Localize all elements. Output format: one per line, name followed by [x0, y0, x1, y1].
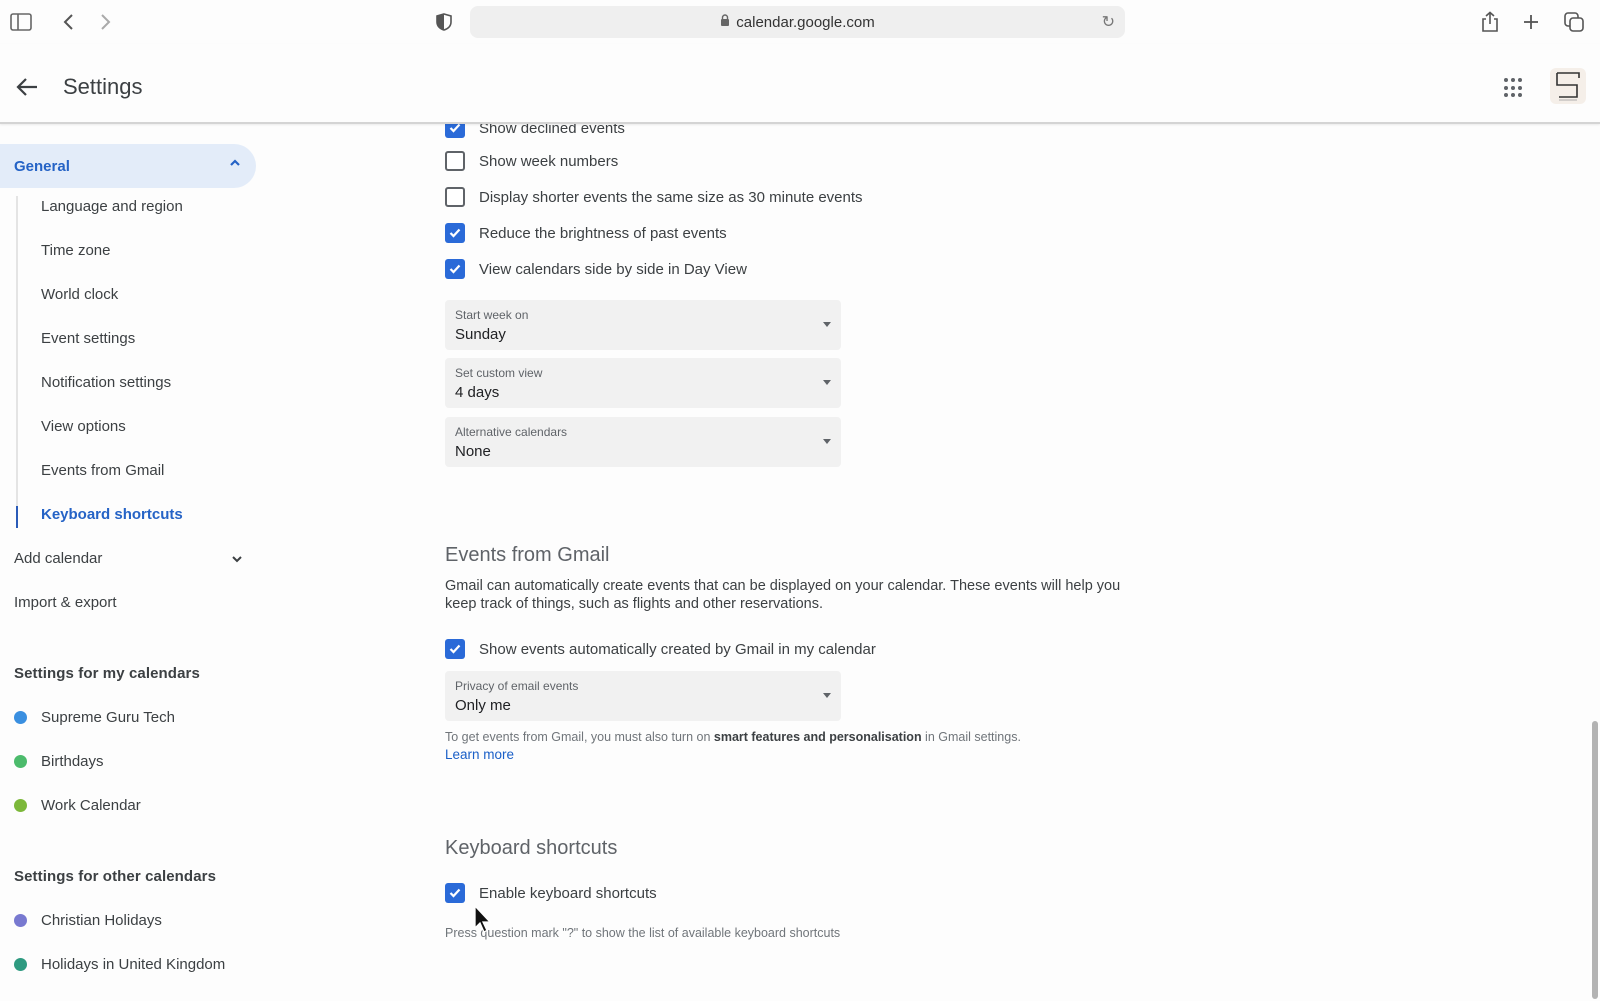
gmail-smart-features-note: To get events from Gmail, you must also …: [445, 729, 1021, 764]
browser-toolbar: calendar.google.com ↻: [0, 0, 1600, 44]
calendar-color-dot: [14, 914, 27, 927]
tabs-overview-icon[interactable]: [1562, 10, 1586, 34]
calendar-name: Supreme Guru Tech: [41, 709, 175, 726]
chevron-down-icon: [230, 550, 244, 570]
show-week-numbers-checkbox[interactable]: Show week numbers: [445, 149, 618, 173]
sidebar-item-label: General: [14, 157, 70, 175]
sidebar-item-add-calendar[interactable]: Add calendar: [14, 550, 254, 567]
sidebar-item-calendar[interactable]: Holidays in United Kingdom: [14, 956, 225, 973]
start-week-on-select[interactable]: Start week on Sunday: [445, 300, 841, 350]
enable-keyboard-shortcuts-checkbox[interactable]: Enable keyboard shortcuts: [445, 881, 657, 905]
keyboard-shortcuts-title: Keyboard shortcuts: [445, 837, 618, 859]
sidebar-item-time-zone[interactable]: Time zone: [41, 242, 110, 259]
checkbox-label: Show events automatically created by Gma…: [479, 640, 876, 658]
arrow-left-icon[interactable]: [14, 74, 42, 102]
apps-grid-icon[interactable]: [1504, 78, 1524, 98]
sidebar-item-notification-settings[interactable]: Notification settings: [41, 374, 171, 391]
checkbox-checked-icon[interactable]: [445, 639, 465, 659]
shorter-events-checkbox[interactable]: Display shorter events the same size as …: [445, 185, 863, 209]
sidebar-item-keyboard-shortcuts[interactable]: Keyboard shortcuts: [41, 506, 183, 523]
sidebar-item-world-clock[interactable]: World clock: [41, 286, 118, 303]
calendar-color-dot: [14, 958, 27, 971]
sidebar-item-import-export[interactable]: Import & export: [14, 594, 117, 611]
active-indicator: [16, 506, 18, 528]
calendar-name: Christian Holidays: [41, 912, 162, 929]
back-icon[interactable]: [56, 10, 80, 34]
select-value: 4 days: [455, 384, 500, 401]
scrollbar[interactable]: [1590, 126, 1600, 1001]
mouse-cursor-icon: [473, 904, 495, 935]
new-tab-icon[interactable]: [1519, 10, 1543, 34]
events-from-gmail-description: Gmail can automatically create events th…: [445, 578, 1121, 612]
checkbox-checked-icon[interactable]: [445, 223, 465, 243]
share-icon[interactable]: [1478, 10, 1502, 34]
chevron-up-icon: [228, 156, 242, 174]
url-text: calendar.google.com: [736, 13, 875, 31]
lock-icon: [720, 13, 730, 31]
checkbox-label: View calendars side by side in Day View: [479, 260, 747, 278]
reduce-brightness-checkbox[interactable]: Reduce the brightness of past events: [445, 221, 727, 245]
scrollbar-thumb[interactable]: [1592, 721, 1598, 999]
sidebar-item-event-settings[interactable]: Event settings: [41, 330, 135, 347]
checkbox-unchecked-icon[interactable]: [445, 151, 465, 171]
keyboard-shortcuts-note: Press question mark "?" to show the list…: [445, 926, 841, 940]
my-calendars-heading: Settings for my calendars: [14, 665, 200, 682]
other-calendars-heading: Settings for other calendars: [14, 868, 217, 885]
sidebar-item-label: Add calendar: [14, 550, 103, 567]
sidebar-item-calendar[interactable]: Christian Holidays: [14, 912, 162, 929]
events-from-gmail-title: Events from Gmail: [445, 544, 610, 566]
select-label: Set custom view: [455, 366, 543, 380]
select-value: None: [455, 443, 491, 460]
sidebar-item-calendar[interactable]: Work Calendar: [14, 797, 141, 814]
dropdown-arrow-icon: [823, 380, 831, 385]
settings-sidebar: General Language and region Time zone Wo…: [0, 126, 270, 1001]
calendar-color-dot: [14, 755, 27, 768]
show-gmail-events-checkbox[interactable]: Show events automatically created by Gma…: [445, 637, 876, 661]
learn-more-link[interactable]: Learn more: [445, 747, 514, 762]
email-events-privacy-select[interactable]: Privacy of email events Only me: [445, 671, 841, 721]
dropdown-arrow-icon: [823, 693, 831, 698]
address-bar[interactable]: calendar.google.com ↻: [470, 6, 1125, 38]
forward-icon[interactable]: [94, 10, 118, 34]
calendar-name: Birthdays: [41, 753, 104, 770]
avatar[interactable]: [1550, 68, 1586, 104]
page-title: Settings: [63, 74, 143, 99]
note-text: in Gmail settings.: [921, 730, 1021, 744]
app-header: Settings: [0, 44, 1600, 124]
sidebar-item-general[interactable]: General: [0, 144, 256, 188]
checkbox-checked-icon[interactable]: [445, 883, 465, 903]
settings-content: Show declined events Show week numbers D…: [445, 118, 1545, 1001]
alternative-calendars-select[interactable]: Alternative calendars None: [445, 417, 841, 467]
checkbox-label: Display shorter events the same size as …: [479, 188, 863, 206]
calendar-name: Work Calendar: [41, 797, 141, 814]
note-text: To get events from Gmail, you must also …: [445, 730, 714, 744]
sidebar-item-view-options[interactable]: View options: [41, 418, 126, 435]
checkbox-checked-icon[interactable]: [445, 259, 465, 279]
select-label: Start week on: [455, 308, 529, 322]
select-label: Alternative calendars: [455, 425, 568, 439]
dropdown-arrow-icon: [823, 322, 831, 327]
subnav-divider: [16, 196, 18, 528]
calendar-color-dot: [14, 799, 27, 812]
checkbox-label: Show week numbers: [479, 152, 619, 170]
dropdown-arrow-icon: [823, 439, 831, 444]
side-by-side-day-view-checkbox[interactable]: View calendars side by side in Day View: [445, 257, 747, 281]
checkbox-label: Enable keyboard shortcuts: [479, 884, 657, 902]
checkbox-unchecked-icon[interactable]: [445, 187, 465, 207]
select-value: Only me: [455, 697, 511, 714]
shield-icon[interactable]: [432, 10, 456, 34]
checkbox-label: Reduce the brightness of past events: [479, 224, 727, 242]
reload-icon[interactable]: ↻: [1102, 12, 1115, 32]
sidebar-item-calendar[interactable]: Supreme Guru Tech: [14, 709, 175, 726]
calendar-color-dot: [14, 711, 27, 724]
sidebar-item-language-and-region[interactable]: Language and region: [41, 198, 183, 215]
select-value: Sunday: [455, 326, 506, 343]
sidebar-item-events-from-gmail[interactable]: Events from Gmail: [41, 462, 164, 479]
calendar-name: Holidays in United Kingdom: [41, 956, 226, 973]
sidebar-toggle-icon[interactable]: [9, 10, 33, 34]
custom-view-select[interactable]: Set custom view 4 days: [445, 358, 841, 408]
note-bold-text: smart features and personalisation: [713, 730, 922, 744]
sidebar-item-calendar[interactable]: Birthdays: [14, 753, 104, 770]
select-label: Privacy of email events: [455, 679, 579, 693]
